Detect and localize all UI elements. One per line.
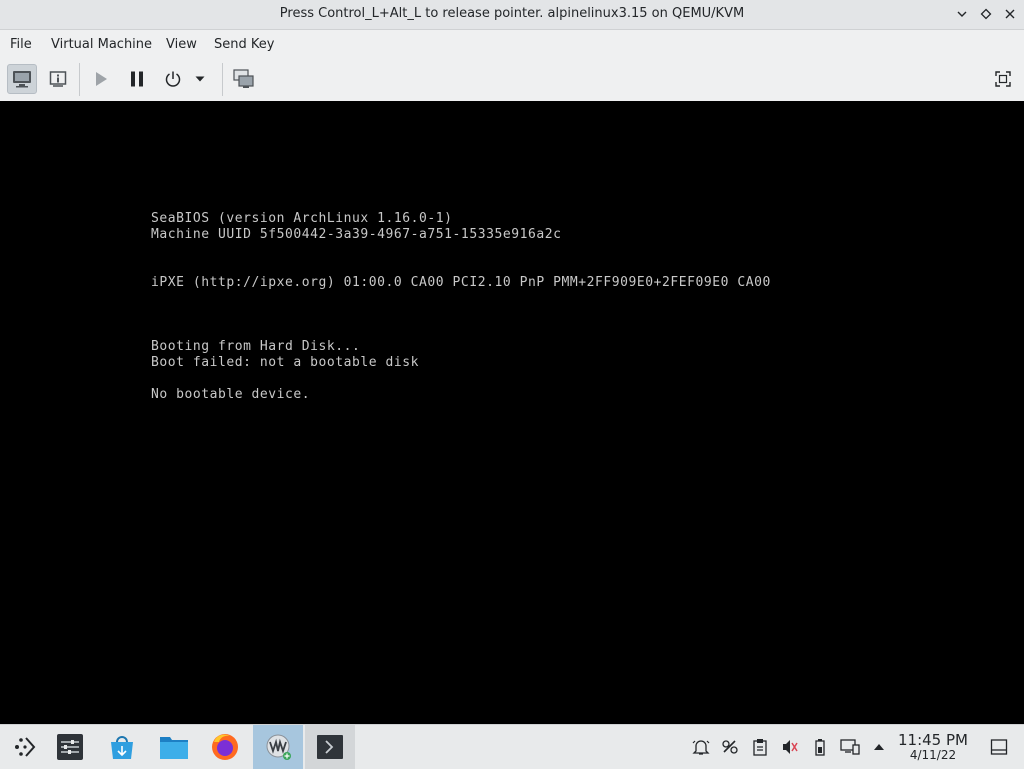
notifications-icon[interactable] xyxy=(691,737,711,757)
discover-button[interactable] xyxy=(97,725,147,769)
application-launcher-button[interactable] xyxy=(0,725,50,769)
terminal-icon xyxy=(317,735,343,759)
discover-icon xyxy=(111,736,133,759)
settings-icon xyxy=(57,734,83,760)
console-line: iPXE (http://ipxe.org) 01:00.0 CA00 PCI2… xyxy=(151,275,771,290)
console-line: Machine UUID 5f500442-3a39-4967-a751-153… xyxy=(151,227,562,242)
power-icon xyxy=(165,71,181,87)
clock-time[interactable]: 11:45 PM xyxy=(898,731,968,749)
toolbar xyxy=(0,58,1024,102)
window-title: Press Control_L+Alt_L to release pointer… xyxy=(279,6,745,21)
vm-console[interactable]: SeaBIOS (version ArchLinux 1.16.0-1) Mac… xyxy=(0,101,1024,724)
console-line: Booting from Hard Disk... xyxy=(151,339,361,354)
console-line: Boot failed: not a bootable disk xyxy=(151,355,420,370)
menu-virtual-machine[interactable]: Virtual Machine xyxy=(51,37,152,52)
battery-icon[interactable] xyxy=(810,737,830,757)
system-settings-button[interactable] xyxy=(45,725,95,769)
pause-icon xyxy=(131,71,143,87)
fullscreen-icon xyxy=(995,71,1011,87)
firefox-button[interactable] xyxy=(200,725,250,769)
network-wired-icon[interactable] xyxy=(840,737,860,757)
fullscreen-button[interactable] xyxy=(988,64,1018,94)
folder-icon xyxy=(160,737,188,759)
chevron-down-icon xyxy=(195,76,205,82)
tray-expand-icon[interactable] xyxy=(869,737,889,757)
clock-date[interactable]: 4/11/22 xyxy=(898,748,968,762)
details-view-button[interactable] xyxy=(43,64,73,94)
clipboard-icon[interactable] xyxy=(750,737,770,757)
toolbar-separator xyxy=(222,63,223,96)
virt-manager-icon xyxy=(266,734,291,760)
virt-manager-button[interactable] xyxy=(253,725,303,769)
konsole-button[interactable] xyxy=(305,725,355,769)
close-icon[interactable] xyxy=(1001,5,1019,23)
menu-send-key[interactable]: Send Key xyxy=(214,37,274,52)
file-manager-button[interactable] xyxy=(149,725,199,769)
shutdown-button[interactable] xyxy=(158,64,188,94)
snapshots-icon xyxy=(233,69,254,88)
console-view-button[interactable] xyxy=(7,64,37,94)
minimize-icon[interactable] xyxy=(953,5,971,23)
application-launcher-icon xyxy=(15,737,36,757)
maximize-icon[interactable] xyxy=(977,5,995,23)
console-line: No bootable device. xyxy=(151,387,311,402)
pause-button[interactable] xyxy=(122,64,152,94)
info-icon xyxy=(49,71,67,87)
show-desktop-icon[interactable] xyxy=(988,737,1010,757)
menu-view[interactable]: View xyxy=(166,37,197,52)
network-tools-icon[interactable] xyxy=(720,737,740,757)
snapshots-button[interactable] xyxy=(229,64,259,94)
toolbar-separator xyxy=(79,63,80,96)
monitor-icon xyxy=(13,71,31,88)
play-icon xyxy=(96,72,107,86)
run-button[interactable] xyxy=(86,64,116,94)
window-titlebar: Press Control_L+Alt_L to release pointer… xyxy=(0,0,1024,30)
console-line: SeaBIOS (version ArchLinux 1.16.0-1) xyxy=(151,211,453,226)
shutdown-menu-button[interactable] xyxy=(190,64,210,94)
firefox-icon xyxy=(212,734,238,760)
menu-bar: File Virtual Machine View Send Key xyxy=(0,30,1024,58)
volume-muted-icon[interactable] xyxy=(780,737,800,757)
menu-file[interactable]: File xyxy=(10,37,32,52)
taskbar xyxy=(0,724,1024,769)
